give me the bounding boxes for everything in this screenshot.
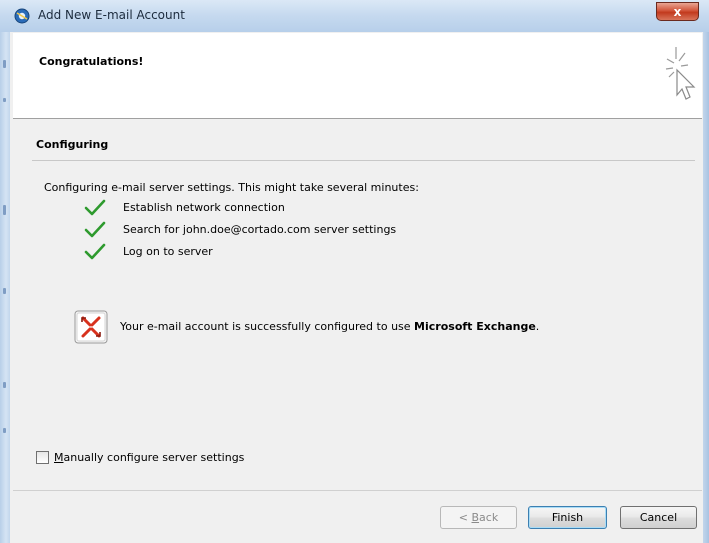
manual-configure-option[interactable]: Manually configure server settings [36, 451, 336, 467]
close-icon: x [673, 4, 682, 19]
exchange-icon [74, 310, 108, 344]
back-button[interactable]: < Back [440, 506, 517, 529]
outlook-app-icon [14, 8, 30, 24]
back-button-arrow: < [458, 511, 472, 524]
window-right-frame [703, 0, 709, 543]
window-left-frame [0, 0, 10, 543]
manual-configure-accel: M [54, 451, 64, 464]
wizard-header: Congratulations! [13, 33, 702, 119]
success-message-end: . [535, 320, 540, 333]
section-title: Configuring [36, 138, 109, 151]
dialog-window: Add New E-mail Account x Congratulations… [0, 0, 709, 543]
back-button-accel: B [471, 511, 480, 524]
step-row: Establish network connection [84, 198, 484, 218]
step-label: Log on to server [123, 245, 213, 258]
back-button-label: ack [479, 511, 499, 524]
configuring-intro-text: Configuring e-mail server settings. This… [44, 181, 419, 194]
wizard-cursor-icon [664, 43, 700, 105]
step-label: Establish network connection [123, 201, 285, 214]
section-divider [32, 160, 695, 161]
button-bar-divider [13, 490, 702, 491]
success-message-text: Your e-mail account is successfully conf… [120, 320, 415, 333]
manual-configure-label-text: anually configure server settings [63, 451, 245, 464]
step-row: Log on to server [84, 242, 484, 262]
finish-button[interactable]: Finish [528, 506, 607, 529]
checkmark-icon [84, 242, 106, 260]
success-product-name: Microsoft Exchange [414, 320, 536, 333]
cancel-button[interactable]: Cancel [620, 506, 697, 529]
checkmark-icon [84, 220, 106, 238]
step-row: Search for john.doe@cortado.com server s… [84, 220, 484, 240]
manual-configure-checkbox[interactable] [36, 451, 49, 464]
step-label: Search for john.doe@cortado.com server s… [123, 223, 397, 236]
checkmark-icon [84, 198, 106, 216]
close-button[interactable]: x [656, 2, 699, 21]
finish-button-label: Finish [551, 511, 584, 524]
cancel-button-label: Cancel [639, 511, 678, 524]
window-title: Add New E-mail Account [38, 8, 185, 22]
title-bar[interactable]: Add New E-mail Account x [0, 0, 709, 32]
header-title: Congratulations! [39, 55, 144, 68]
success-message: Your e-mail account is successfully conf… [120, 320, 539, 333]
manual-configure-label[interactable]: Manually configure server settings [54, 451, 244, 464]
